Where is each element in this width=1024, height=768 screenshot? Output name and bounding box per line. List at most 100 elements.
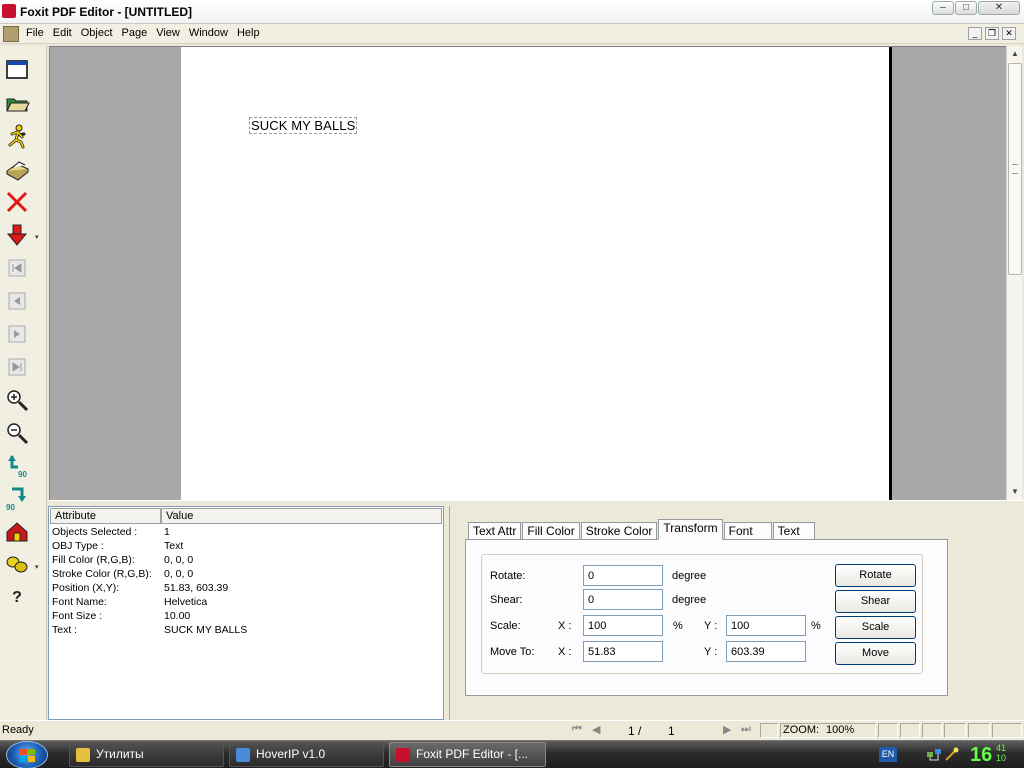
foxit-app-icon[interactable] (2, 4, 16, 18)
vertical-scrollbar[interactable]: ▲ ▼ (1006, 46, 1022, 500)
task-foxit[interactable]: Foxit PDF Editor - [... (389, 742, 546, 767)
menu-object[interactable]: Object (80, 27, 119, 39)
tab-text[interactable]: Text (772, 522, 815, 540)
scroll-thumb[interactable] (1008, 63, 1022, 275)
column-attribute[interactable]: Attribute (50, 508, 161, 524)
status-cell (900, 723, 920, 738)
first-page-icon[interactable] (3, 254, 31, 282)
tab-transform[interactable]: Transform (658, 519, 723, 540)
property-key: OBJ Type : (52, 540, 104, 552)
left-toolbar: ▾ 90 90 ▾ ? (0, 46, 47, 720)
status-cell (944, 723, 966, 738)
running-man-icon[interactable] (3, 122, 31, 150)
tab-stroke-color[interactable]: Stroke Color (580, 522, 658, 540)
scale-y-unit: % (811, 620, 821, 632)
rotate-unit: degree (672, 570, 707, 582)
last-page-icon[interactable]: ⏭ (741, 723, 751, 736)
home-icon[interactable] (3, 518, 31, 546)
property-value: Text (164, 540, 184, 552)
doc-minimize-icon[interactable]: _ (968, 27, 982, 40)
object-properties-panel: Text Attr Fill Color Stroke Color Transf… (449, 506, 1024, 720)
menu-file[interactable]: File (25, 27, 50, 39)
prev-page-icon[interactable]: ◀ (592, 723, 600, 736)
text-object[interactable]: SUCK MY BALLS (249, 117, 358, 134)
pdf-page[interactable]: SUCK MY BALLS (181, 47, 892, 501)
delete-icon[interactable] (3, 188, 31, 216)
scale-y-input[interactable] (726, 615, 806, 636)
first-page-icon[interactable]: ⏮ (572, 723, 582, 736)
clock-seconds: 10 (996, 753, 1007, 763)
doc-restore-icon[interactable]: ❐ (985, 27, 999, 40)
rotate-button[interactable]: Rotate (835, 564, 916, 587)
document-window-controls: _ ❐ ✕ (965, 27, 1016, 40)
property-value: SUCK MY BALLS (164, 624, 248, 636)
maximize-icon[interactable]: □ (955, 1, 977, 15)
zoom-value[interactable]: 100% (826, 724, 854, 736)
transform-group: Rotate: degree Rotate Shear: degree Shea… (481, 554, 923, 674)
scale-x-label: X : (558, 620, 572, 632)
next-page-icon[interactable]: ▶ (723, 723, 731, 736)
language-indicator[interactable]: EN (879, 747, 897, 762)
menu-page[interactable]: Page (121, 27, 154, 39)
menu-window[interactable]: Window (188, 27, 234, 39)
property-key: Font Size : (52, 610, 103, 622)
start-button[interactable] (6, 741, 48, 768)
doc-close-icon[interactable]: ✕ (1002, 27, 1016, 40)
tab-text-attr[interactable]: Text Attr (468, 522, 522, 540)
task-utilities[interactable]: Утилиты (69, 742, 224, 767)
rotate-input[interactable] (583, 565, 663, 586)
group-icon[interactable] (3, 551, 31, 579)
scale-x-input[interactable] (583, 615, 663, 636)
panel-splitter[interactable] (47, 500, 1024, 505)
network-tray-icon[interactable] (926, 746, 942, 762)
menu-view[interactable]: View (155, 27, 186, 39)
new-window-icon[interactable] (3, 56, 31, 84)
tab-fill-color[interactable]: Fill Color (522, 522, 580, 540)
last-page-icon[interactable] (3, 353, 31, 381)
scale-button[interactable]: Scale (835, 616, 916, 639)
shear-button[interactable]: Shear (835, 590, 916, 613)
help-icon[interactable]: ? (3, 584, 31, 612)
tab-font[interactable]: Font (723, 522, 772, 540)
scroll-down-icon[interactable]: ▼ (1008, 485, 1022, 499)
task-hoverip[interactable]: HoverIP v1.0 (229, 742, 384, 767)
zoom-in-icon[interactable] (3, 386, 31, 414)
open-folder-icon[interactable] (3, 89, 31, 117)
shear-input[interactable] (583, 589, 663, 610)
chevron-down-icon[interactable]: ▾ (35, 563, 39, 571)
rotate-left-label: 90 (18, 470, 27, 479)
properties-panel: Attribute Value Objects Selected : 1 OBJ … (48, 506, 444, 720)
rotate-left-90-icon[interactable]: 90 (3, 452, 31, 480)
property-key: Objects Selected : (52, 526, 138, 538)
minimize-icon[interactable]: – (932, 1, 954, 15)
import-arrow-icon[interactable] (3, 221, 31, 249)
move-x-input[interactable] (583, 641, 663, 662)
menu-help[interactable]: Help (236, 27, 266, 39)
scroll-up-icon[interactable]: ▲ (1008, 47, 1022, 61)
chevron-down-icon[interactable]: ▾ (35, 233, 39, 241)
property-value: 51.83, 603.39 (164, 582, 229, 594)
task-label: HoverIP v1.0 (256, 747, 326, 761)
next-page-icon[interactable] (3, 320, 31, 348)
move-y-input[interactable] (726, 641, 806, 662)
column-value[interactable]: Value (161, 508, 442, 524)
rotate-right-90-icon[interactable]: 90 (3, 485, 31, 513)
title-bar: Foxit PDF Editor - [UNTITLED] – □ ✕ (0, 0, 1024, 24)
wand-tray-icon[interactable] (944, 746, 960, 762)
prev-page-icon[interactable] (3, 287, 31, 315)
current-page[interactable]: 1 / (628, 724, 641, 738)
windows-logo-icon (19, 749, 35, 762)
document-icon[interactable] (3, 26, 19, 42)
document-workspace: SUCK MY BALLS (49, 46, 1006, 501)
zoom-out-icon[interactable] (3, 419, 31, 447)
window-title: Foxit PDF Editor - [UNTITLED] (20, 5, 192, 19)
print-icon[interactable] (3, 155, 31, 183)
clock-hour[interactable]: 16 (970, 743, 992, 767)
move-button[interactable]: Move (835, 642, 916, 665)
foxit-icon (396, 748, 410, 762)
window-controls: – □ ✕ (931, 1, 1020, 17)
property-key: Position (X,Y): (52, 582, 120, 594)
close-icon[interactable]: ✕ (978, 1, 1020, 15)
menu-edit[interactable]: Edit (52, 27, 78, 39)
status-text: Ready (2, 724, 34, 736)
